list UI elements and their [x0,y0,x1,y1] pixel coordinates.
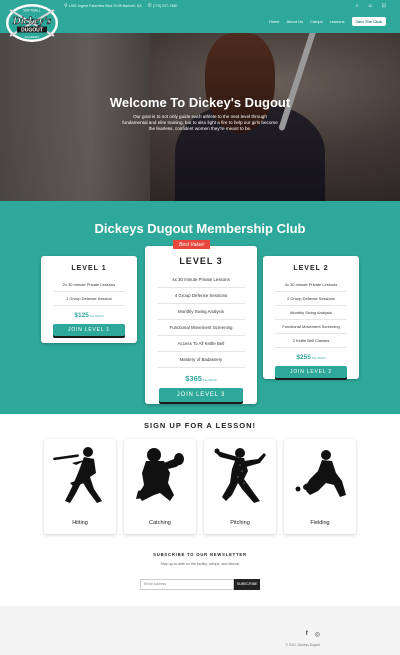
hero-title: Welcome To Dickey's Dugout [109,95,291,110]
phone-icon: ✆ [147,3,152,9]
price-value: $255 [296,354,311,361]
join-level-2-button[interactable]: JOIN LEVEL 2 [275,366,347,378]
newsletter-subtitle: Stay up-to-date on the facility, camps, … [160,562,240,566]
level-price: $125Per Month [41,312,137,319]
feature-item: 2 Kettle Bell Classes [275,334,347,348]
feature-item: Mastery of Badassery [157,352,245,368]
feature-item: 4 Group Defense Sessions [157,288,245,304]
feature-item: 2x 30 minute Private Lessons [53,278,125,292]
account-icon[interactable]: ☺ [368,3,373,9]
feature-item: Monthly Swing Analysis [275,306,347,320]
instagram-icon[interactable]: ◎ [315,631,320,638]
svg-text:Dickey's: Dickey's [12,15,51,27]
feature-item: Functional Movement Screening [157,320,245,336]
lesson-label: Pitching [230,520,250,526]
best-value-badge: Best Value! [173,240,211,249]
site-footer: f ◎ © 2021, Dickeys Dugout [0,606,400,655]
email-input[interactable]: Email address [140,579,234,590]
level-price: $255Per Month [263,354,359,361]
facebook-icon[interactable]: f [306,631,308,638]
main-nav: Home About Us Camps Lessons Join The Clu… [269,17,386,26]
nav-about-us[interactable]: About Us [287,19,303,24]
price-period: Per Month [202,378,217,382]
level-title: LEVEL 3 [179,256,223,266]
fielder-silhouette-icon [295,450,346,497]
price-period: Per Month [311,356,326,360]
level-2-card: LEVEL 2 4x 30 minute Private Lessons 2 G… [263,256,359,379]
batter-silhouette-icon [53,447,102,503]
svg-text:ACADEMY: ACADEMY [25,35,40,39]
lesson-label: Hitting [72,520,88,526]
join-level-3-button[interactable]: JOIN LEVEL 3 [159,388,243,402]
feature-item: Access To All Kettle Bell [157,336,245,352]
price-period: Per Month [89,314,104,318]
nav-lessons[interactable]: Lessons [330,19,345,24]
lesson-label: Fielding [310,520,330,526]
level-price: $365Per Month [145,374,257,383]
lesson-card-pitching[interactable]: Pitching [204,439,276,534]
lesson-card-hitting[interactable]: Hitting [44,439,116,534]
dickeys-dugout-logo[interactable]: SOFTBALL Dickey's DUGOUT ACADEMY [4,2,60,44]
price-value: $365 [185,374,202,383]
address-item[interactable]: ⚲1451 Argent Fakeview Blvd St 08 Bamold,… [64,3,142,9]
pitcher-silhouette-icon [214,448,266,503]
subscribe-button[interactable]: SUBSCRIBE [234,579,260,590]
search-icon[interactable]: ⌕ [356,3,359,9]
lesson-card-catching[interactable]: Catching [124,439,196,534]
catcher-silhouette-icon [136,448,184,501]
copyright-text: © 2021, Dickeys Dugout [285,643,320,647]
feature-item: 4x 30 minute Private Lessons [157,272,245,288]
price-value: $125 [74,312,89,319]
hero-text: Our goal is to not only guide each athle… [122,114,278,132]
phone-item[interactable]: ✆(770) 237-7480 [148,3,178,9]
nav-camps[interactable]: Camps [310,19,323,24]
feature-item: Monthly Swing Analysis [157,304,245,320]
map-pin-icon: ⚲ [64,3,68,9]
feature-item: 4x 30 minute Private Lessons [275,278,347,292]
cart-icon[interactable]: ⊡ [382,3,386,9]
feature-item: 2 Group Defense Sessions [275,292,347,306]
feature-item: 1 Group Defense Session [53,292,125,306]
level-title: LEVEL 2 [293,265,329,272]
level-3-card: Best Value! LEVEL 3 4x 30 minute Private… [145,240,257,404]
join-level-1-button[interactable]: JOIN LEVEL 1 [53,324,125,336]
lesson-label: Catching [149,520,171,526]
membership-section: Dickeys Dugout Membership Club LEVEL 1 2… [0,201,400,414]
newsletter-title: SUBSCRIBE TO OUR NEWSLETTER [153,552,247,557]
svg-text:DUGOUT: DUGOUT [21,27,43,33]
address-text: 1451 Argent Fakeview Blvd St 08 Bamold, … [68,4,142,8]
contact-bar: ⚲1451 Argent Fakeview Blvd St 08 Bamold,… [64,3,177,9]
header-icons: ⌕ ☺ ⊡ [356,3,386,9]
membership-title: Dickeys Dugout Membership Club [94,221,306,236]
join-the-club-button[interactable]: Join The Club [351,17,386,26]
level-title: LEVEL 1 [71,265,107,272]
level-1-card: LEVEL 1 2x 30 minute Private Lessons 1 G… [41,256,137,343]
svg-text:SOFTBALL: SOFTBALL [23,9,40,13]
feature-item: Functional Movement Screening [275,320,347,334]
phone-text: (770) 237-7480 [152,4,178,8]
nav-home[interactable]: Home [269,19,280,24]
lesson-card-fielding[interactable]: Fielding [284,439,356,534]
social-links: f ◎ [306,631,320,638]
lessons-title: SIGN UP FOR A LESSON! [144,421,256,430]
newsletter-form: Email address SUBSCRIBE [140,579,260,590]
site-header: SOFTBALL Dickey's DUGOUT ACADEMY ⚲1451 A… [0,0,400,42]
